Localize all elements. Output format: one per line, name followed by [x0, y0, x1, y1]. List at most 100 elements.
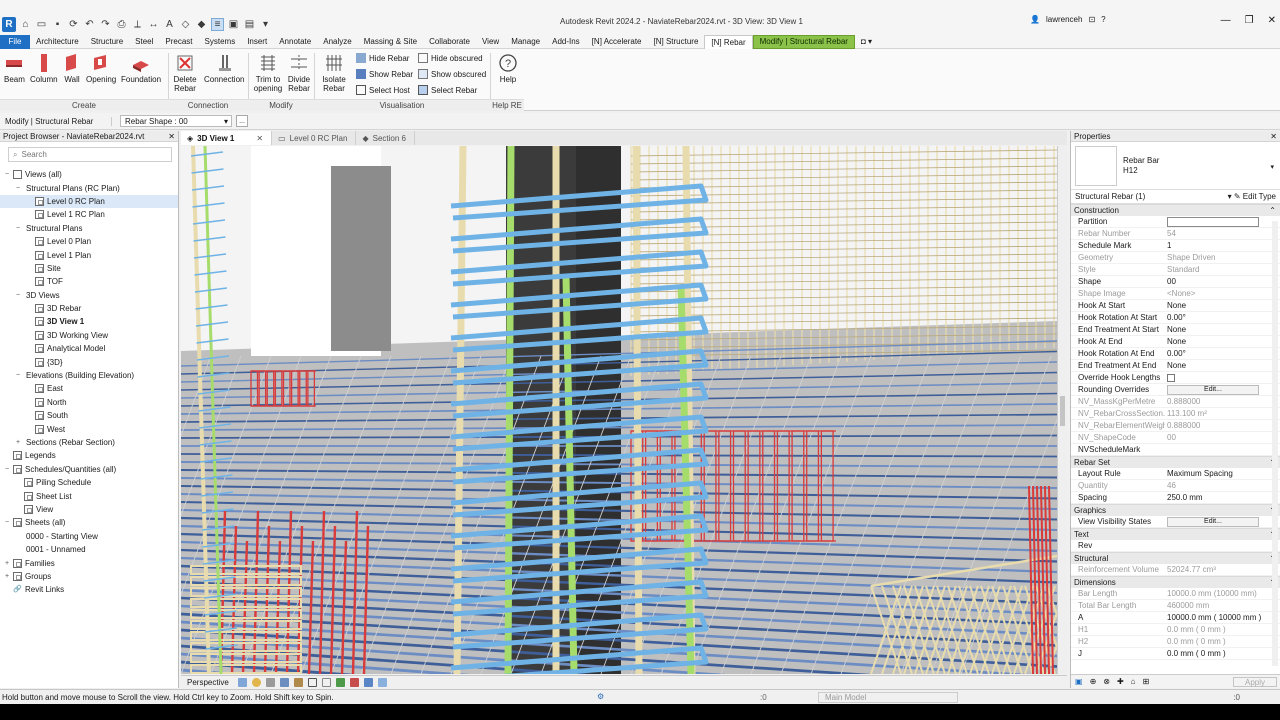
tab-massing-site[interactable]: Massing & Site	[358, 35, 423, 49]
column-button[interactable]: Column	[30, 53, 58, 84]
print-icon[interactable]: ⎙	[115, 18, 128, 31]
filter-icon[interactable]: ⊗	[1103, 677, 1110, 686]
3d-view-canvas[interactable]	[181, 146, 1057, 674]
property-value[interactable]: 0.00°	[1165, 312, 1261, 323]
cart-icon[interactable]: ⊡	[1088, 15, 1095, 24]
property-group-header[interactable]: Construction ⌃	[1071, 204, 1280, 216]
tree-item[interactable]: − Schedules/Quantities (all)	[0, 463, 178, 476]
property-value[interactable]: 0.0 mm ( 0 mm )	[1165, 648, 1261, 659]
temporary-hide-icon[interactable]	[335, 677, 345, 687]
close-icon[interactable]: ✕	[1270, 132, 1277, 141]
property-group-header[interactable]: Dimensions⌃	[1071, 576, 1280, 588]
tab-naviate-accelerate[interactable]: [N] Accelerate	[586, 35, 648, 49]
tab-naviate-rebar[interactable]: [N] Rebar	[704, 34, 753, 49]
expand-icon[interactable]: +	[3, 560, 11, 567]
property-value[interactable]	[1165, 216, 1261, 227]
worksharing-display-icon[interactable]	[363, 677, 373, 687]
collapse-icon[interactable]: −	[3, 519, 11, 526]
tree-item[interactable]: −3D Views	[0, 289, 178, 302]
tag-icon[interactable]: ⊕	[1090, 677, 1097, 686]
tab-collaborate[interactable]: Collaborate	[423, 35, 476, 49]
tree-item[interactable]: Level 0 RC Plan	[0, 194, 178, 209]
project-browser-search[interactable]: ⌕	[8, 147, 172, 162]
tab-level-0-rc-plan[interactable]: ▭ Level 0 RC Plan	[272, 131, 357, 145]
properties-help-icon[interactable]: ▣	[1075, 677, 1083, 686]
close-icon[interactable]: ✕	[1268, 15, 1276, 26]
save-icon[interactable]: ▪	[51, 18, 64, 31]
apply-button[interactable]: Apply	[1233, 677, 1277, 687]
select-host-button[interactable]: Select Host	[356, 85, 410, 95]
expand-icon[interactable]: +	[3, 573, 11, 580]
reveal-hidden-icon[interactable]	[349, 677, 359, 687]
select-rebar-button[interactable]: Select Rebar	[418, 85, 477, 95]
override-hook-lengths-checkbox[interactable]	[1167, 373, 1175, 382]
tab-systems[interactable]: Systems	[199, 35, 242, 49]
property-value[interactable]	[1165, 372, 1261, 383]
property-value[interactable]: None	[1165, 336, 1261, 347]
tree-item[interactable]: Level 0 Plan	[0, 235, 178, 248]
property-value[interactable]: 0.00°	[1165, 348, 1261, 359]
maximize-icon[interactable]: ❐	[1245, 15, 1254, 26]
tab-annotate[interactable]: Annotate	[273, 35, 317, 49]
edit-button[interactable]: Edit...	[1167, 384, 1259, 395]
visual-style-icon[interactable]	[237, 677, 247, 687]
property-group-header[interactable]: Text⌃	[1071, 528, 1280, 540]
tree-item[interactable]: − Sheets (all)	[0, 516, 178, 529]
edit-button[interactable]: Edit...	[1167, 516, 1259, 527]
tab-add-ins[interactable]: Add-Ins	[546, 35, 586, 49]
show-obscured-button[interactable]: Show obscured	[418, 69, 486, 79]
close-icon[interactable]: ✕	[256, 134, 263, 143]
tree-item[interactable]: View	[0, 503, 178, 516]
tree-item[interactable]: South	[0, 409, 178, 422]
hide-rebar-button[interactable]: Hide Rebar	[356, 53, 409, 63]
user-name[interactable]: lawrenceh	[1046, 15, 1082, 24]
tab-manage[interactable]: Manage	[505, 35, 546, 49]
sync-icon[interactable]: ⟳	[67, 18, 80, 31]
projection-mode-label[interactable]: Perspective	[187, 678, 233, 687]
scrollbar-thumb[interactable]	[1060, 396, 1065, 426]
section-icon[interactable]: ◆	[195, 18, 208, 31]
isolate-rebar-button[interactable]: Isolate Rebar	[320, 53, 348, 93]
sun-path-icon[interactable]	[251, 677, 261, 687]
tree-item[interactable]: 3D Rebar	[0, 302, 178, 315]
property-value[interactable]: 250.0 mm	[1165, 492, 1261, 503]
tree-item[interactable]: 0001 - Unnamed	[0, 543, 178, 556]
collapse-icon[interactable]: ⌃	[1269, 206, 1276, 215]
collapse-icon[interactable]: −	[3, 466, 11, 473]
chevron-down-icon[interactable]: ▾	[1270, 163, 1274, 171]
tree-item[interactable]: Level 1 RC Plan	[0, 208, 178, 221]
open-icon[interactable]: ▭	[35, 18, 48, 31]
dimension-icon[interactable]: ↔	[147, 18, 160, 31]
tree-item[interactable]: Analytical Model	[0, 342, 178, 355]
divide-rebar-button[interactable]: Divide Rebar	[285, 53, 313, 93]
tree-item[interactable]: − Views (all)	[0, 168, 178, 181]
default-3d-view-icon[interactable]: ◇	[179, 18, 192, 31]
properties-scrollbar[interactable]	[1272, 221, 1278, 666]
close-icon[interactable]: ✕	[168, 132, 175, 141]
tab-insert[interactable]: Insert	[241, 35, 273, 49]
selection-filter-counter[interactable]: :0	[1233, 693, 1240, 702]
tab-file[interactable]: File	[0, 34, 30, 49]
tree-item[interactable]: Piling Schedule	[0, 476, 178, 489]
collapse-icon[interactable]: −	[14, 292, 22, 299]
tab-architecture[interactable]: Architecture	[30, 35, 85, 49]
property-value[interactable]: None	[1165, 324, 1261, 335]
tree-item[interactable]: − Structural Plans	[0, 222, 178, 235]
home-icon[interactable]: ⌂	[19, 18, 32, 31]
tree-item[interactable]: {3D}	[0, 355, 178, 368]
tree-item[interactable]: East	[0, 382, 178, 395]
property-value[interactable]: 00	[1165, 276, 1261, 287]
tab-modify-structural-rebar[interactable]: Modify | Structural Rebar	[752, 34, 855, 49]
property-value[interactable]: None	[1165, 300, 1261, 311]
property-group-header[interactable]: Rebar Set⌃	[1071, 456, 1280, 468]
tab-3d-view-1[interactable]: ◈ 3D View 1 ✕	[181, 131, 273, 145]
search-input[interactable]	[21, 150, 152, 159]
link-icon[interactable]: ⌂	[1131, 677, 1136, 686]
tree-item[interactable]: North	[0, 396, 178, 409]
shadows-icon[interactable]	[265, 677, 275, 687]
tree-item[interactable]: 3D View 1	[0, 315, 178, 328]
analytical-model-icon[interactable]	[377, 677, 387, 687]
foundation-button[interactable]: Foundation	[121, 53, 161, 84]
tab-steel[interactable]: Steel	[129, 35, 159, 49]
tree-item[interactable]: TOF	[0, 275, 178, 288]
